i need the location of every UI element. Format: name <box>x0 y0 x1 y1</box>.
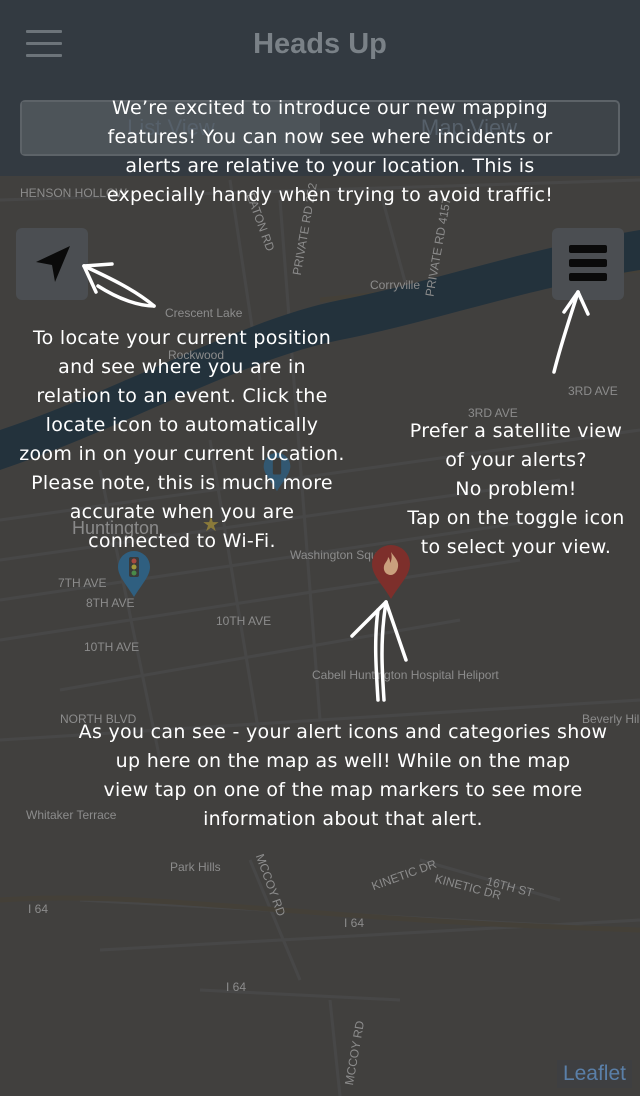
locate-arrow-icon <box>36 246 70 282</box>
traffic-marker[interactable] <box>116 550 152 598</box>
map-label: Park Hills <box>170 860 221 874</box>
map-label: Corryville <box>370 278 421 292</box>
map-label: I 64 <box>226 980 247 994</box>
tutorial-markers-text: As you can see - your alert icons and ca… <box>78 721 608 830</box>
leaflet-attribution-link[interactable]: Leaflet <box>556 1060 632 1088</box>
map-label: 10TH AVE <box>216 614 272 628</box>
map-label: I 64 <box>28 902 49 916</box>
map-label: I 64 <box>344 916 365 930</box>
tutorial-intro-text: We’re excited to introduce our new mappi… <box>106 97 554 206</box>
locate-button[interactable] <box>16 228 88 300</box>
map-label: 10TH AVE <box>84 640 140 654</box>
tutorial-locate-text: To locate your current position and see … <box>19 327 345 552</box>
tutorial-toggle-text: Prefer a satellite view of your alerts? … <box>407 420 625 558</box>
map-label: 8TH AVE <box>86 596 135 610</box>
map-label: 7TH AVE <box>58 576 107 590</box>
map-label: Crescent Lake <box>165 306 243 320</box>
layers-toggle-icon <box>569 245 607 281</box>
layers-toggle-button[interactable] <box>552 228 624 300</box>
page-title: Heads Up <box>253 28 387 60</box>
map-label: Cabell Huntington Hospital Heliport <box>312 668 499 682</box>
map-label: 3RD AVE <box>568 384 618 398</box>
